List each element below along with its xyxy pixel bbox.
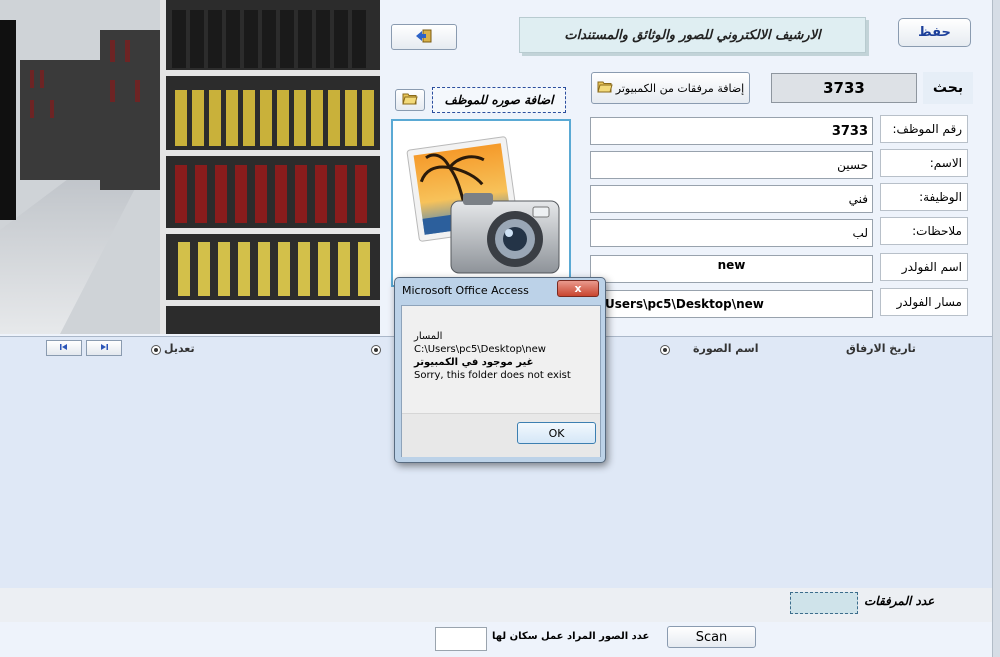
- employee-id-field[interactable]: 3733: [590, 117, 873, 145]
- archive-shelves-photo: [0, 0, 380, 334]
- nav-last-button[interactable]: [86, 340, 122, 356]
- dialog-line-path: C:\Users\pc5\Desktop\new: [414, 344, 546, 355]
- scan-count-input[interactable]: [435, 627, 487, 651]
- search-input[interactable]: 3733: [771, 73, 917, 103]
- close-icon: x: [574, 282, 582, 295]
- employee-photo-frame[interactable]: [391, 119, 571, 287]
- name-field[interactable]: حسين: [590, 151, 873, 179]
- folder-name-label: اسم الفولدر: [880, 253, 968, 281]
- scan-count-label: عدد الصور المراد عمل سكان لها: [492, 631, 650, 642]
- folder-name-field[interactable]: new: [590, 255, 873, 283]
- attach-count-label: عدد المرفقات: [864, 594, 935, 608]
- name-label: الاسم:: [880, 149, 968, 177]
- job-label: الوظيفة:: [880, 183, 968, 211]
- message-dialog: Microsoft Office Access x المسار C:\User…: [394, 277, 606, 463]
- scan-button[interactable]: Scan: [667, 626, 756, 648]
- edit-radio[interactable]: [151, 345, 161, 355]
- page-title: الارشيف الالكتروني للصور والوثائق والمست…: [519, 17, 866, 53]
- search-label: بحث: [923, 72, 973, 104]
- folder-open-icon: [597, 80, 613, 96]
- job-field[interactable]: فني: [590, 185, 873, 213]
- dialog-line-path-label: المسار: [414, 331, 443, 342]
- add-files-button[interactable]: إضافة مرفقات من الكمبيوتر: [591, 72, 750, 104]
- employee-id-label: رقم الموظف:: [880, 115, 968, 143]
- dialog-line-sorry: Sorry, this folder does not exist: [414, 370, 571, 381]
- nav-last-icon: [99, 343, 109, 354]
- add-photo-button[interactable]: [395, 89, 425, 111]
- folder-open-icon: [402, 92, 418, 108]
- attach-count-field: [790, 592, 858, 614]
- folder-path-label: مسار الفولدر: [880, 288, 968, 316]
- notes-field[interactable]: لب: [590, 219, 873, 247]
- add-photo-label: اضافة صوره للموظف: [432, 87, 566, 113]
- nav-first-icon: [59, 343, 69, 354]
- dialog-line-not-found: غير موجود في الكمبيوتر: [414, 357, 534, 368]
- image-name-radio[interactable]: [660, 345, 670, 355]
- notes-label: ملاحظات:: [880, 217, 968, 245]
- window-edge: [992, 0, 1000, 657]
- dialog-close-button[interactable]: x: [557, 280, 599, 297]
- nav-first-button[interactable]: [46, 340, 82, 356]
- image-name-column-header: اسم الصورة: [693, 342, 759, 355]
- exit-icon: [415, 29, 433, 46]
- add-files-label: إضافة مرفقات من الكمبيوتر: [615, 81, 745, 95]
- save-button[interactable]: حفظ: [898, 18, 971, 47]
- folder-path-field[interactable]: Users\pc5\Desktop\new: [590, 290, 873, 318]
- dialog-body: المسار C:\Users\pc5\Desktop\new غير موجو…: [401, 305, 601, 457]
- ok-button[interactable]: OK: [517, 422, 596, 444]
- dialog-title: Microsoft Office Access: [402, 284, 529, 297]
- select-radio[interactable]: [371, 345, 381, 355]
- edit-column-header: تعديل: [164, 342, 195, 355]
- dialog-message: المسار C:\Users\pc5\Desktop\new غير موجو…: [414, 330, 571, 382]
- attach-date-column-header: تاريخ الارفاق: [846, 342, 916, 355]
- exit-button[interactable]: [391, 24, 457, 50]
